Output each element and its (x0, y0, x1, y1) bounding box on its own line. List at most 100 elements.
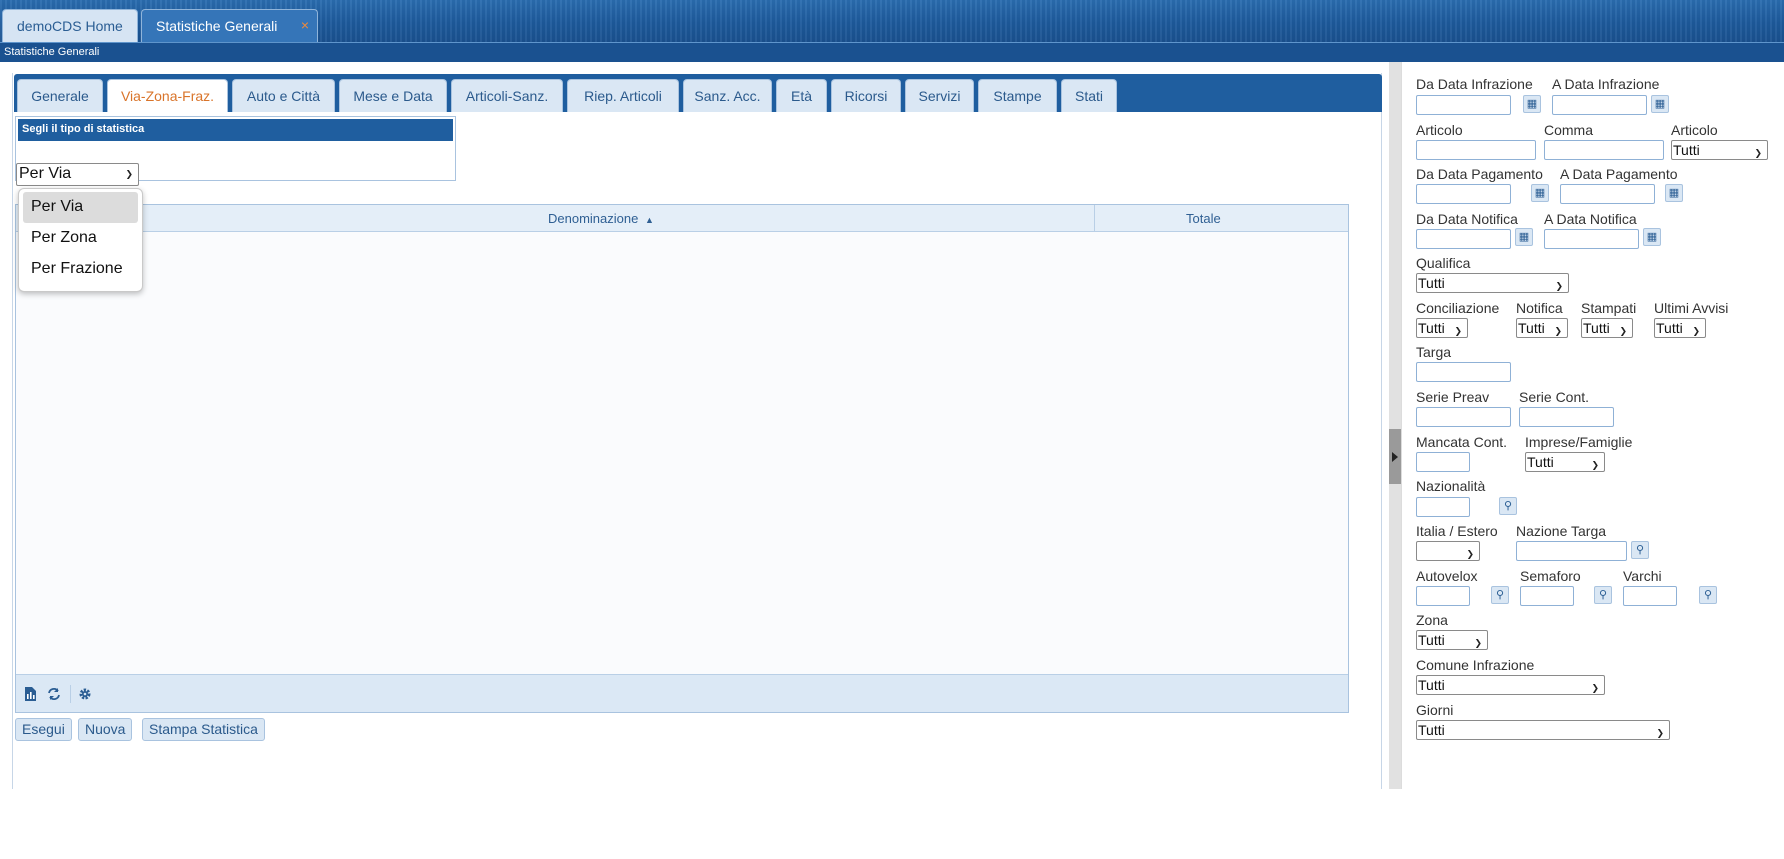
refresh-icon[interactable] (47, 687, 61, 701)
chevron-down-icon: ❯ (1554, 326, 1562, 336)
export-icon[interactable] (23, 687, 37, 701)
articolo-select[interactable]: Tutti ❯ (1671, 140, 1768, 160)
label-comune-infrazione: Comune Infrazione (1416, 657, 1535, 673)
calendar-icon[interactable]: ▦ (1523, 95, 1541, 113)
articolo-field[interactable] (1416, 140, 1536, 160)
serie-cont-field[interactable] (1519, 407, 1614, 427)
imprese-famiglie-select[interactable]: Tutti ❯ (1525, 452, 1605, 472)
mancata-cont-field[interactable] (1416, 452, 1470, 472)
giorni-select[interactable]: Tutti ❯ (1416, 720, 1670, 740)
label-giorni: Giorni (1416, 702, 1454, 718)
label-da-data-notifica: Da Data Notifica (1416, 211, 1518, 227)
tab-servizi[interactable]: Servizi (905, 79, 974, 112)
label-semaforo: Semaforo (1520, 568, 1581, 584)
calendar-icon[interactable]: ▦ (1651, 95, 1669, 113)
zona-select[interactable]: Tutti ❯ (1416, 630, 1488, 650)
search-icon[interactable]: ⚲ (1491, 586, 1509, 604)
label-serie-cont: Serie Cont. (1519, 389, 1590, 405)
option-per-frazione[interactable]: Per Frazione (23, 254, 138, 285)
label-da-data-pagamento: Da Data Pagamento (1416, 166, 1543, 182)
select-value: Tutti (1418, 320, 1445, 336)
tab-label: Statistiche Generali (156, 18, 278, 34)
column-denominazione[interactable]: Denominazione ▲ (548, 211, 654, 226)
search-icon[interactable]: ⚲ (1699, 586, 1717, 604)
collapse-arrow-icon[interactable] (1392, 452, 1398, 462)
label-da-data-infrazione: Da Data Infrazione (1416, 76, 1533, 92)
nazione-targa-field[interactable] (1516, 541, 1627, 561)
da-data-pagamento-field[interactable] (1416, 184, 1511, 204)
nazionalita-field[interactable] (1416, 497, 1470, 517)
qualifica-select[interactable]: Tutti ❯ (1416, 273, 1569, 293)
tab-stati[interactable]: Stati (1061, 79, 1117, 112)
tab-auto-e-citta[interactable]: Auto e Città (232, 79, 335, 112)
tab-democds-home[interactable]: demoCDS Home (2, 9, 138, 42)
search-icon[interactable]: ⚲ (1499, 497, 1517, 515)
semaforo-field[interactable] (1520, 586, 1574, 606)
column-divider (1094, 205, 1095, 232)
tab-label: demoCDS Home (17, 18, 123, 34)
search-icon[interactable]: ⚲ (1631, 541, 1649, 559)
label-ultimi-avvisi: Ultimi Avvisi (1654, 300, 1729, 316)
stampati-select[interactable]: Tutti ❯ (1581, 318, 1633, 338)
tab-ricorsi[interactable]: Ricorsi (831, 79, 901, 112)
conciliazione-select[interactable]: Tutti ❯ (1416, 318, 1468, 338)
chevron-down-icon: ❯ (125, 168, 133, 179)
calendar-icon[interactable]: ▦ (1531, 184, 1549, 202)
toolbar-divider (70, 685, 71, 703)
calendar-icon[interactable]: ▦ (1643, 228, 1661, 246)
calendar-icon[interactable]: ▦ (1515, 228, 1533, 246)
notifica-select[interactable]: Tutti ❯ (1516, 318, 1568, 338)
a-data-notifica-field[interactable] (1544, 229, 1639, 249)
da-data-notifica-field[interactable] (1416, 229, 1511, 249)
autovelox-field[interactable] (1416, 586, 1470, 606)
label-conciliazione: Conciliazione (1416, 300, 1500, 316)
targa-field[interactable] (1416, 362, 1511, 382)
tab-stampe[interactable]: Stampe (978, 79, 1057, 112)
label-a-data-pagamento: A Data Pagamento (1560, 166, 1678, 182)
select-value: Tutti (1418, 632, 1445, 648)
comune-infrazione-select[interactable]: Tutti ❯ (1416, 675, 1605, 695)
option-per-zona[interactable]: Per Zona (23, 223, 138, 254)
calendar-icon[interactable]: ▦ (1665, 184, 1683, 202)
column-label: Denominazione (548, 211, 639, 226)
da-data-infrazione-field[interactable] (1416, 95, 1511, 115)
search-icon[interactable]: ⚲ (1594, 586, 1612, 604)
select-value: Tutti (1418, 275, 1445, 291)
tab-articoli-sanz[interactable]: Articoli-Sanz. (451, 79, 563, 112)
column-totale[interactable]: Totale (1186, 211, 1221, 226)
option-per-via[interactable]: Per Via (23, 192, 138, 223)
comma-field[interactable] (1544, 140, 1664, 160)
statistic-type-select[interactable]: Per Via ❯ (16, 163, 139, 186)
label-imprese-famiglie: Imprese/Famiglie (1525, 434, 1633, 450)
gear-icon[interactable] (78, 687, 92, 701)
select-value: Tutti (1673, 142, 1700, 158)
close-icon[interactable]: × (301, 17, 309, 33)
stampa-statistica-button[interactable]: Stampa Statistica (142, 718, 265, 741)
tab-via-zona-fraz[interactable]: Via-Zona-Fraz. (107, 79, 228, 112)
select-value: Per Via (19, 165, 72, 182)
nuova-button[interactable]: Nuova (78, 718, 133, 741)
label-comma: Comma (1544, 122, 1594, 138)
tab-statistiche-generali[interactable]: Statistiche Generali × (141, 9, 318, 42)
a-data-pagamento-field[interactable] (1560, 184, 1655, 204)
a-data-infrazione-field[interactable] (1552, 95, 1647, 115)
label-italia-estero: Italia / Estero (1416, 523, 1498, 539)
tab-generale[interactable]: Generale (17, 79, 103, 112)
chevron-down-icon: ❯ (1474, 638, 1482, 648)
italia-estero-select[interactable]: ❯ (1416, 541, 1480, 561)
label-notifica: Notifica (1516, 300, 1563, 316)
panel-splitter[interactable] (1389, 62, 1401, 789)
esegui-button[interactable]: Esegui (15, 718, 72, 741)
page-subtitle: Statistiche Generali (0, 42, 1784, 62)
tab-mese-e-data[interactable]: Mese e Data (339, 79, 447, 112)
tab-riep-articoli[interactable]: Riep. Articoli (567, 79, 679, 112)
tab-sanz-acc[interactable]: Sanz. Acc. (683, 79, 772, 112)
tab-eta[interactable]: Età (776, 79, 827, 112)
label-stampati: Stampati (1581, 300, 1637, 316)
varchi-field[interactable] (1623, 586, 1677, 606)
chevron-down-icon: ❯ (1656, 728, 1664, 738)
label-varchi: Varchi (1623, 568, 1662, 584)
label-a-data-infrazione: A Data Infrazione (1552, 76, 1660, 92)
ultimi-avvisi-select[interactable]: Tutti ❯ (1654, 318, 1706, 338)
serie-preav-field[interactable] (1416, 407, 1511, 427)
